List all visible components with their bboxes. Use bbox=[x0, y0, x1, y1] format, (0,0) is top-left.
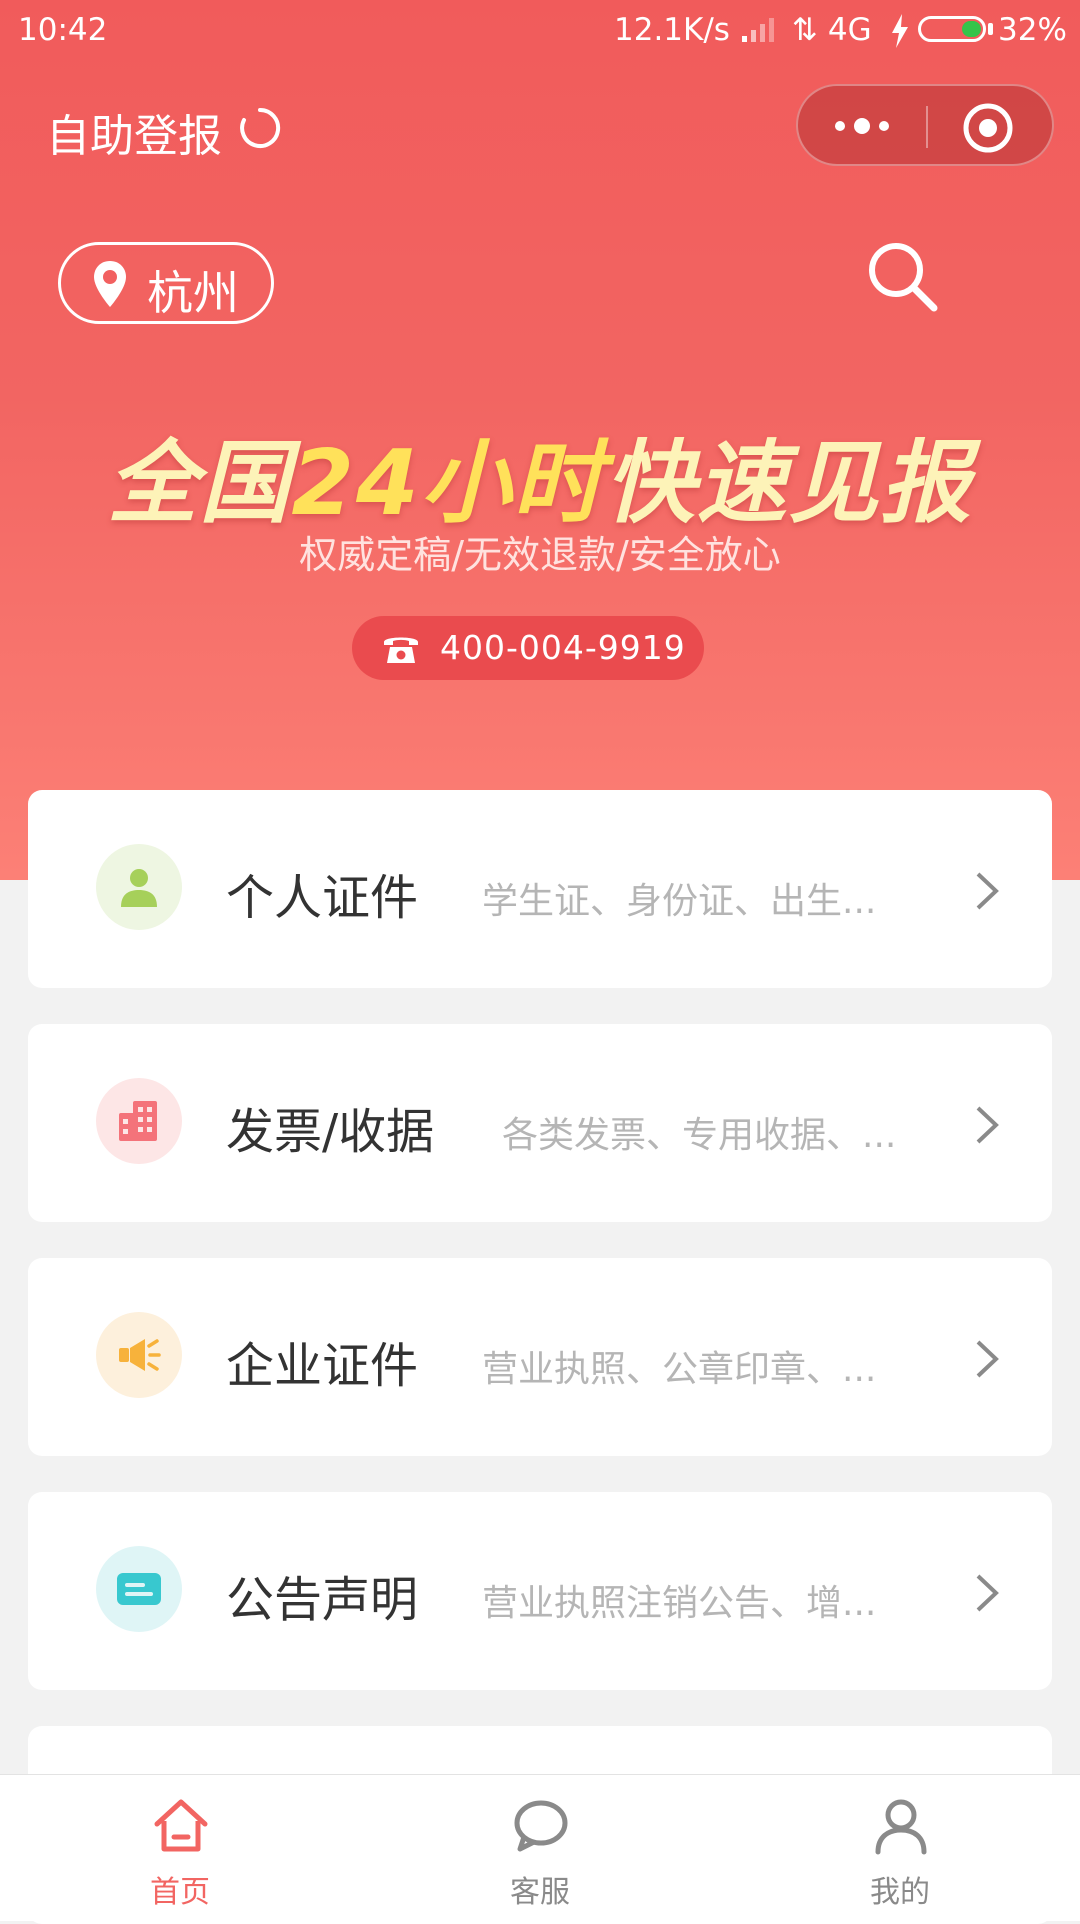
chat-icon bbox=[514, 1800, 568, 1852]
category-card-invoice[interactable]: 发票/收据 各类发票、专用收据、... bbox=[28, 1024, 1052, 1222]
category-card-announcement[interactable]: 公告声明 营业执照注销公告、增... bbox=[28, 1492, 1052, 1690]
category-icon-bg bbox=[96, 1078, 182, 1164]
banner-headline: 全国24小时快速见报 bbox=[0, 410, 1080, 540]
battery-fill bbox=[962, 21, 981, 37]
bottom-tab-bar: 首页 客服 我的 bbox=[0, 1774, 1080, 1921]
status-battery: 32% bbox=[998, 12, 1067, 48]
location-selector[interactable]: 杭州 bbox=[58, 242, 274, 324]
category-icon-bg bbox=[96, 1312, 182, 1398]
headline-part-2: 24小时 bbox=[291, 431, 605, 536]
telephone-icon bbox=[384, 637, 418, 663]
location-pin-icon bbox=[94, 261, 126, 307]
hotline-number: 400-004-9919 bbox=[440, 628, 686, 667]
status-network-speed: 12.1K/s bbox=[614, 12, 730, 48]
banner-subtitle: 权威定稿/无效退款/安全放心 bbox=[299, 533, 781, 577]
category-description: 学生证、身份证、出生... bbox=[482, 881, 877, 922]
hotline-button[interactable]: 400-004-9919 bbox=[352, 616, 704, 680]
category-card-personal-id[interactable]: 个人证件 学生证、身份证、出生... bbox=[28, 790, 1052, 988]
headline-part-3: 快速见报 bbox=[604, 431, 973, 536]
category-icon-bg bbox=[96, 844, 182, 930]
category-title: 发票/收据 bbox=[226, 1104, 435, 1160]
building-icon bbox=[119, 1101, 157, 1141]
tab-customer-service[interactable]: 客服 bbox=[440, 1775, 640, 1921]
category-title: 公告声明 bbox=[226, 1572, 419, 1628]
chevron-right-icon bbox=[976, 1574, 999, 1612]
category-description: 营业执照、公章印章、... bbox=[482, 1349, 877, 1390]
battery-cap bbox=[988, 23, 993, 35]
loading-spinner-icon bbox=[240, 107, 281, 148]
search-icon[interactable] bbox=[862, 236, 942, 316]
tab-label: 我的 bbox=[870, 1875, 930, 1910]
home-icon bbox=[154, 1799, 208, 1852]
chevron-right-icon bbox=[976, 872, 999, 910]
tab-label: 客服 bbox=[510, 1875, 570, 1910]
tab-mine[interactable]: 我的 bbox=[800, 1775, 1000, 1921]
charging-icon bbox=[892, 14, 908, 48]
tab-label: 首页 bbox=[150, 1875, 210, 1910]
battery-icon bbox=[918, 16, 986, 42]
status-time: 10:42 bbox=[18, 12, 108, 48]
more-icon[interactable] bbox=[826, 104, 898, 148]
category-card-enterprise[interactable]: 企业证件 营业执照、公章印章、... bbox=[28, 1258, 1052, 1456]
tab-home[interactable]: 首页 bbox=[80, 1775, 280, 1921]
category-icon-bg bbox=[96, 1546, 182, 1632]
megaphone-icon bbox=[119, 1339, 161, 1371]
headline-part-1: 全国 bbox=[107, 431, 292, 536]
person-icon bbox=[121, 869, 157, 907]
chevron-right-icon bbox=[976, 1106, 999, 1144]
page-title: 自助登报 bbox=[46, 111, 222, 162]
signal-icon bbox=[742, 18, 774, 42]
status-bar: 10:42 12.1K/s ⇅ 4G 32% bbox=[0, 0, 1080, 62]
category-description: 营业执照注销公告、增... bbox=[482, 1583, 877, 1624]
mini-program-capsule bbox=[796, 84, 1054, 166]
user-icon bbox=[875, 1799, 927, 1855]
card-icon bbox=[117, 1573, 161, 1605]
close-miniprogram-icon[interactable] bbox=[962, 102, 1014, 154]
capsule-divider bbox=[926, 106, 928, 148]
category-title: 企业证件 bbox=[226, 1338, 419, 1394]
category-description: 各类发票、专用收据、... bbox=[502, 1115, 897, 1156]
chevron-right-icon bbox=[976, 1340, 999, 1378]
location-city: 杭州 bbox=[147, 266, 239, 320]
category-title: 个人证件 bbox=[226, 870, 419, 926]
status-network-type: ⇅ 4G bbox=[792, 12, 872, 48]
